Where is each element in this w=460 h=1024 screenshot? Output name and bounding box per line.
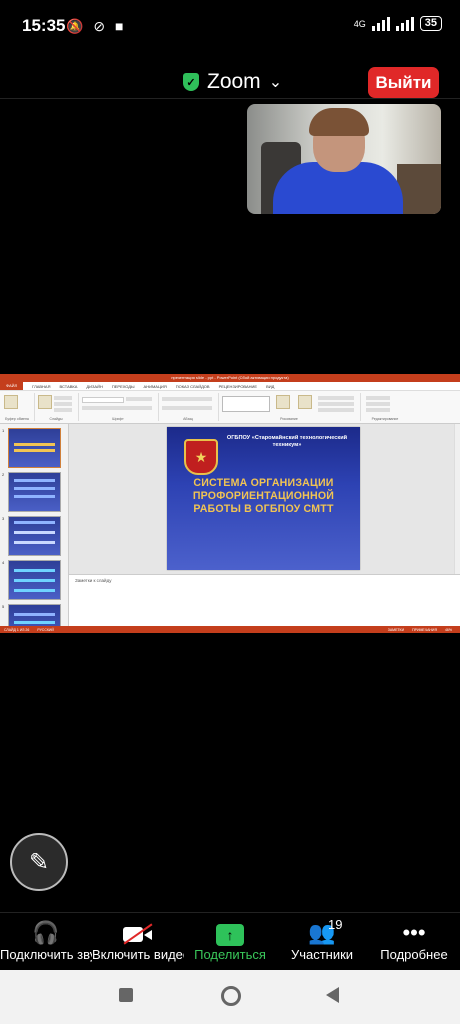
participants-icon: 👥	[308, 920, 336, 945]
back-icon[interactable]	[326, 987, 339, 1003]
status-time: 15:35	[22, 16, 66, 35]
shared-screen[interactable]: презентация slide - ppt - PowerPoint (Сб…	[0, 374, 460, 633]
dnd-icon: ⊘	[93, 18, 106, 34]
ppt-ribbon: Буфер обмена Слайды Шрифт Абзац Рисовани…	[0, 391, 460, 424]
college-emblem-icon: ★	[184, 439, 218, 475]
leave-button[interactable]: Выйти	[368, 67, 439, 98]
slide-notes[interactable]: Заметки к слайду	[69, 574, 460, 627]
ribbon-group-editing: Редактирование	[360, 393, 410, 421]
ppt-window-title: презентация slide - ppt - PowerPoint (Сб…	[0, 374, 460, 382]
pencil-icon: ✎	[28, 848, 50, 876]
meeting-toolbar: 🎧 Подключить звук Включить видео ↑ Подел…	[0, 912, 460, 971]
battery-icon: 35	[419, 16, 442, 31]
ribbon-group-font: Шрифт	[78, 393, 159, 421]
camera-off-icon	[123, 923, 153, 945]
share-icon: ↑	[216, 924, 244, 946]
slide-heading: СИСТЕМА ОРГАНИЗАЦИИ ПРОФОРИЕНТАЦИОННОЙ Р…	[192, 477, 335, 515]
slide-thumbnail[interactable]	[8, 560, 61, 600]
video-background-shelf	[397, 164, 441, 214]
ppt-tab: РЕЦЕНЗИРОВАНИЕ	[218, 383, 258, 389]
ribbon-group-clipboard: Буфер обмена	[0, 393, 35, 421]
header-divider	[0, 98, 460, 99]
slide-thumbnail[interactable]	[8, 472, 61, 512]
ppt-status-bar: СЛАЙД 1 ИЗ 26 РУССКИЙ ЗАМЕТКИ ПРИМЕЧАНИЯ…	[0, 626, 460, 633]
ppt-tab: ФАЙЛ	[0, 382, 24, 390]
ppt-ribbon-tabs: ФАЙЛ ГЛАВНАЯ ВСТАВКА ДИЗАЙН ПЕРЕХОДЫ АНИ…	[0, 382, 460, 391]
mute-icon: 🔕	[66, 18, 84, 34]
slide-thumbnails: 1 2 3 4 5	[0, 424, 69, 633]
ribbon-group-slides: Слайды	[34, 393, 79, 421]
slide-thumbnail[interactable]	[8, 428, 61, 468]
share-button[interactable]: ↑ Поделиться	[184, 913, 276, 971]
signal-icon-2	[395, 16, 414, 31]
video-person-hair	[309, 108, 369, 136]
slide-thumbnail[interactable]	[8, 516, 61, 556]
ribbon-group-drawing: Рисование	[218, 393, 361, 421]
status-bar: 15:35 🔕 ⊘ ■ 4G 35	[0, 0, 460, 52]
ribbon-group-paragraph: Абзац	[158, 393, 219, 421]
home-icon[interactable]	[221, 986, 241, 1006]
ppt-tab: ДИЗАЙН	[86, 383, 103, 389]
start-video-button[interactable]: Включить видео	[92, 913, 184, 971]
meeting-title-dropdown[interactable]: ✓ Zoom ⌄	[183, 70, 282, 94]
more-icon: •••	[402, 920, 426, 945]
recents-icon[interactable]	[119, 988, 133, 1002]
current-slide[interactable]: ★ ОГБПОУ «Старомайнский технологический …	[167, 427, 360, 570]
headphones-icon: 🎧	[32, 920, 60, 945]
slide-org-name: ОГБПОУ «Старомайнский технологический те…	[226, 435, 348, 448]
vertical-scrollbar[interactable]	[454, 424, 460, 574]
notes-placeholder: Заметки к слайду	[75, 578, 112, 583]
ppt-tab: ПЕРЕХОДЫ	[111, 383, 135, 389]
ppt-tab: ПОКАЗ СЛАЙДОВ	[175, 383, 210, 389]
chevron-down-icon: ⌄	[268, 74, 283, 91]
encryption-shield-icon: ✓	[183, 73, 199, 91]
meeting-title: Zoom	[207, 70, 261, 93]
video-status-icon: ■	[114, 18, 124, 34]
participant-video[interactable]	[247, 104, 441, 214]
ppt-tab: ВИД	[266, 383, 275, 389]
status-right: 4G 35	[354, 16, 442, 31]
ppt-tab: ВСТАВКА	[59, 383, 78, 389]
ppt-tab: ГЛАВНАЯ	[32, 383, 51, 389]
annotate-button[interactable]: ✎	[10, 833, 68, 891]
participants-count-badge: 19	[328, 917, 343, 932]
status-notification-icons: 🔕 ⊘ ■	[66, 18, 123, 35]
participants-button[interactable]: 👥 19 Участники	[276, 913, 368, 971]
join-audio-button[interactable]: 🎧 Подключить звук	[0, 913, 92, 971]
slide-editor[interactable]: ★ ОГБПОУ «Старомайнский технологический …	[69, 424, 460, 574]
ppt-tab: АНИМАЦИЯ	[143, 383, 167, 389]
signal-icon	[371, 16, 390, 31]
network-type: 4G	[353, 18, 366, 29]
more-button[interactable]: ••• Подробнее	[368, 913, 460, 971]
